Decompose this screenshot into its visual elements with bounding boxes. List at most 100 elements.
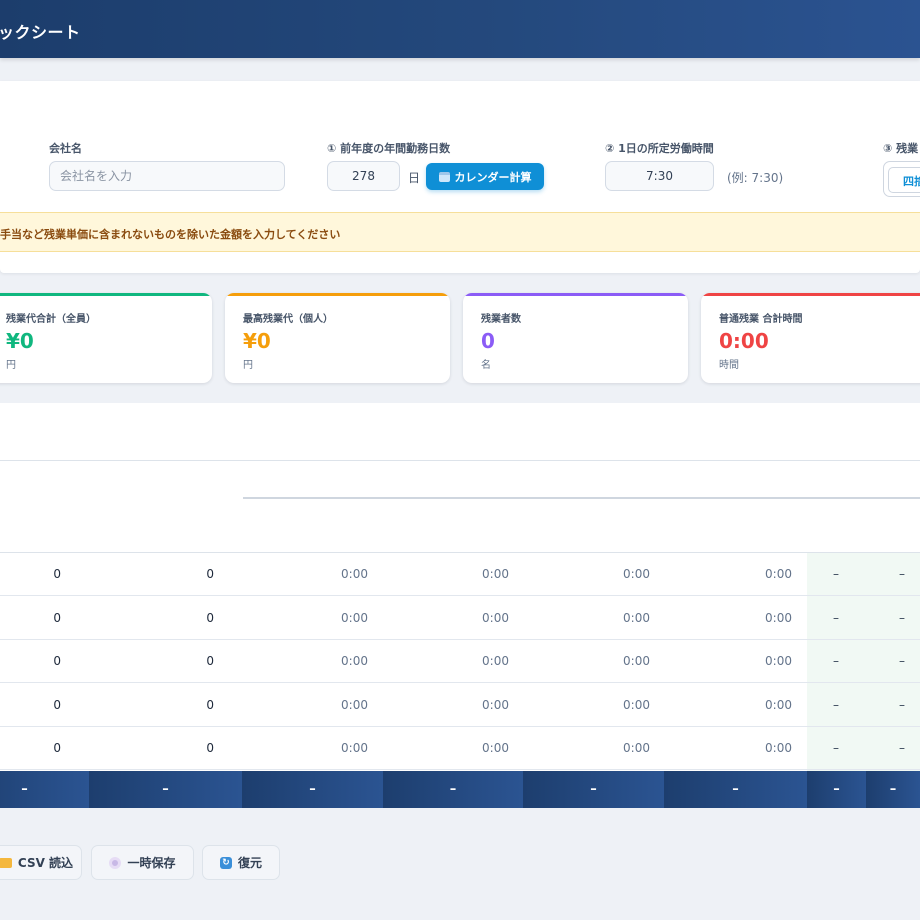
table-cell: – <box>899 567 905 581</box>
table-cell: 0:00 <box>623 697 650 712</box>
table-cell: 0:00 <box>623 741 650 756</box>
stat-card-total-overtime-pay: 残業代合計（全員） ¥0 円 <box>0 293 212 383</box>
table-header-divider <box>0 460 920 461</box>
table-cell: 0:00 <box>623 567 650 581</box>
stat-accent-bar <box>225 293 450 296</box>
rounding-label: ③ 残業 <box>883 142 919 155</box>
company-name-label: 会社名 <box>49 142 82 155</box>
stat-card-overtime-hours: 普通残業 合計時間 0:00 時間 <box>701 293 920 383</box>
table-cell: 0:00 <box>765 610 792 625</box>
table-cell: 0 <box>53 654 61 669</box>
annual-workdays-label: ① 前年度の年間勤務日数 <box>327 142 451 155</box>
disc-icon <box>109 856 122 869</box>
total-cell: – <box>866 771 920 808</box>
table-cell: – <box>899 610 905 625</box>
table-cell: – <box>833 610 839 625</box>
stat-unit: 時間 <box>719 360 739 371</box>
stat-unit: 名 <box>481 360 491 371</box>
stat-label: 残業代合計（全員） <box>6 314 96 325</box>
total-cell: – <box>807 771 866 808</box>
workdays-unit: 日 <box>408 171 421 185</box>
restore-button[interactable]: ↻ 復元 <box>202 845 280 880</box>
notice-text: 手当など残業単価に含まれないものを除いた金額を入力してください <box>0 228 341 241</box>
daily-hours-input[interactable] <box>605 161 714 191</box>
stat-value: ¥0 <box>243 329 271 353</box>
total-cell: – <box>383 771 523 808</box>
table-cell: 0:00 <box>341 697 368 712</box>
table-row: 0 0 0:00 0:00 0:00 0:00 – – <box>0 553 920 596</box>
table-row: 0 0 0:00 0:00 0:00 0:00 – – <box>0 640 920 684</box>
rounding-selector: 四捨 <box>883 161 920 197</box>
stat-unit: 円 <box>6 360 16 371</box>
folder-icon <box>0 857 12 868</box>
stat-label: 最高残業代（個人） <box>243 314 333 325</box>
table-cell: – <box>899 697 905 712</box>
table-cell: 0:00 <box>765 654 792 669</box>
app-title: ックシート <box>0 23 81 42</box>
table-cell: – <box>833 741 839 756</box>
stat-card-overtime-workers: 残業者数 0 名 <box>463 293 688 383</box>
restore-label: 復元 <box>237 856 262 870</box>
total-cell: – <box>523 771 664 808</box>
stat-card-max-overtime-pay: 最高残業代（個人） ¥0 円 <box>225 293 450 383</box>
table-cell: 0 <box>53 741 61 756</box>
total-cell: – <box>242 771 383 808</box>
stat-value: 0 <box>481 329 495 353</box>
annual-workdays-input[interactable] <box>327 161 400 191</box>
calendar-icon <box>438 171 450 182</box>
stat-label: 普通残業 合計時間 <box>719 314 803 325</box>
total-cell: – <box>664 771 807 808</box>
temp-save-button[interactable]: 一時保存 <box>91 845 194 880</box>
daily-hours-hint: (例: 7:30) <box>727 171 784 185</box>
calendar-calc-label: カレンダー計算 <box>454 170 532 184</box>
totals-row: – – – – – – – – <box>0 771 920 808</box>
table-cell: – <box>899 654 905 669</box>
table-cell: 0 <box>206 567 214 581</box>
rounding-option-round[interactable]: 四捨 <box>888 167 920 193</box>
table-cell: 0 <box>206 697 214 712</box>
csv-import-label: CSV 読込 <box>17 856 74 870</box>
table-cell: 0 <box>53 567 61 581</box>
app-header: ックシート <box>0 0 920 58</box>
table-cell: – <box>833 697 839 712</box>
table-cell: – <box>833 567 839 581</box>
company-name-input[interactable] <box>49 161 285 191</box>
table-cell: 0:00 <box>482 697 509 712</box>
stat-unit: 円 <box>243 360 253 371</box>
table-cell: 0 <box>53 610 61 625</box>
table-cell: – <box>833 654 839 669</box>
table-cell: 0:00 <box>482 567 509 581</box>
notice-banner: 手当など残業単価に含まれないものを除いた金額を入力してください <box>0 212 920 252</box>
table-cell: 0:00 <box>482 654 509 669</box>
stat-accent-bar <box>463 293 688 296</box>
stat-label: 残業者数 <box>481 314 521 325</box>
table-cell: 0:00 <box>482 741 509 756</box>
table-cell: 0:00 <box>341 567 368 581</box>
table-subheader-divider <box>243 497 920 499</box>
table-row: 0 0 0:00 0:00 0:00 0:00 – – <box>0 684 920 727</box>
temp-save-label: 一時保存 <box>127 856 176 870</box>
table-row: 0 0 0:00 0:00 0:00 0:00 – – <box>0 727 920 771</box>
table-cell: 0 <box>206 654 214 669</box>
table-cell: – <box>899 741 905 756</box>
table-cell: 0:00 <box>765 567 792 581</box>
table-cell: 0:00 <box>482 610 509 625</box>
table-row: 0 0 0:00 0:00 0:00 0:00 – – <box>0 597 920 640</box>
stat-value: 0:00 <box>719 329 769 353</box>
table-cell: 0:00 <box>341 741 368 756</box>
table-cell: 0:00 <box>341 654 368 669</box>
table-cell: 0:00 <box>765 741 792 756</box>
table-cell: 0:00 <box>341 610 368 625</box>
calendar-calc-button[interactable]: カレンダー計算 <box>426 163 544 190</box>
stat-value: ¥0 <box>6 329 34 353</box>
stat-accent-bar <box>0 293 212 296</box>
stat-accent-bar <box>701 293 920 296</box>
table-cell: 0:00 <box>623 610 650 625</box>
csv-import-button[interactable]: CSV 読込 <box>0 845 82 880</box>
table-cell: 0:00 <box>765 697 792 712</box>
restore-icon: ↻ <box>219 856 232 869</box>
table-cell: 0 <box>53 697 61 712</box>
table-cell: 0:00 <box>623 654 650 669</box>
total-cell: – <box>89 771 242 808</box>
table-cell: 0 <box>206 610 214 625</box>
